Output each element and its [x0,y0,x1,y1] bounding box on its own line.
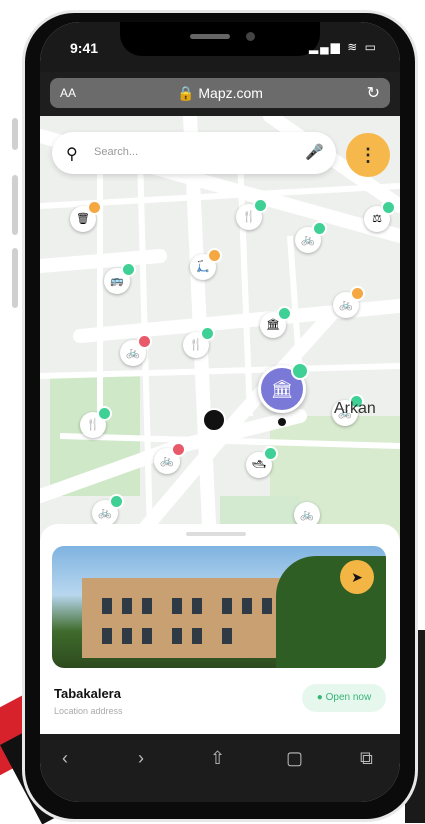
share-icon[interactable]: ⇧ [210,748,225,769]
pin-anchor-dot [278,418,286,426]
status-dot [207,248,222,263]
map-pin-restaurant[interactable]: 🍴 [236,198,268,230]
status-dot [291,362,309,380]
back-icon[interactable]: ‹ [62,748,68,769]
status-badge: ● Open now [302,684,386,712]
status-dot [253,198,268,213]
bin-icon: 🗑 [76,213,90,225]
more-vertical-icon[interactable]: ⋮ [346,133,390,177]
card-drag-handle[interactable] [186,532,246,536]
status-time: 9:41 [70,40,99,56]
map-pin-bike[interactable]: 🚲 [333,286,365,318]
volume-down-button [12,248,18,308]
status-dot [200,326,215,341]
status-dot [312,221,327,236]
status-dot [87,200,102,215]
status-dot [121,262,136,277]
map-place-label: Arkan [334,400,376,417]
place-photo: ➤ [52,546,386,668]
place-address: Location address [54,706,123,716]
bike-icon: 🚲 [160,455,174,467]
bus-icon: 🚌 [110,275,124,287]
navigation-arrow-icon[interactable]: ➤ [340,560,374,594]
bike-icon: 🚲 [300,509,314,521]
reload-icon[interactable]: ↻ [367,83,380,103]
url-text[interactable]: 🔒 Mapz.com [50,85,390,102]
system-icons: ▂▄▆ ≋ ▭ [309,40,378,54]
status-dot [109,494,124,509]
bike-icon: 🚲 [98,507,112,519]
bike-icon: 🚲 [301,234,315,246]
map-pin-boat[interactable]: 🛥 [246,446,278,478]
photo-building [82,578,292,658]
restaurant-icon: 🍴 [242,211,256,223]
lock-icon: 🔒 [177,85,195,101]
map-pin-museum[interactable]: 🏛 [260,306,292,338]
place-card[interactable]: ➤ Tabakalera Location address ● Open now [40,524,400,734]
status-dot [263,446,278,461]
status-dot [97,406,112,421]
user-location-dot [202,408,226,432]
status-dot [381,200,396,215]
mic-icon[interactable]: 🎤 [305,143,324,161]
map-pin-bike[interactable]: 🚲 [154,442,186,474]
phone-screen: 9:41 ▂▄▆ ≋ ▭ AA 🔒 Mapz.com ↻ 🗑 🍴 ⚖ 🚲 🚌 🛴… [40,22,400,802]
restaurant-icon: 🍴 [86,419,100,431]
status-dot [350,286,365,301]
map-pin-restaurant[interactable]: 🍴 [80,406,112,438]
status-text: Open now [325,692,372,703]
selected-map-pin[interactable]: 🏛 [258,362,309,413]
front-camera [246,32,255,41]
tabs-icon[interactable]: ⧉ [360,748,373,769]
map-pin-bike[interactable]: 🚲 [92,494,124,526]
place-name: Tabakalera [54,686,121,701]
tower-icon: 🏛 [270,379,294,399]
forward-icon[interactable]: › [138,748,144,769]
museum-icon: 🏛 [266,319,280,331]
map-pin-bin[interactable]: 🗑 [70,200,102,232]
search-icon: ⚲ [66,146,78,163]
bike-icon: 🚲 [126,347,140,359]
map-pin-bike[interactable]: 🚲 [120,334,152,366]
wifi-icon: ≋ [347,40,360,54]
search-bar[interactable]: ⚲ Search... 🎤 [52,132,336,174]
map-roads [40,109,400,553]
map-pin-scooter[interactable]: 🛴 [190,248,222,280]
monument-icon: ⚖ [372,213,382,225]
map-pin-restaurant[interactable]: 🍴 [183,326,215,358]
status-dot [171,442,186,457]
bike-icon: 🚲 [339,299,353,311]
boat-icon: 🛥 [252,459,266,471]
status-dot [277,306,292,321]
map-pin-monument[interactable]: ⚖ [364,200,396,232]
bookmarks-icon[interactable]: ▢ [286,748,303,769]
signal-icon: ▂▄▆ [308,40,342,54]
volume-up-button [12,175,18,235]
map-canvas[interactable] [40,109,400,553]
speaker-grille [190,34,230,39]
status-bar: 9:41 ▂▄▆ ≋ ▭ [40,22,400,72]
battery-icon: ▭ [364,40,378,54]
status-dot [137,334,152,349]
map-pin-bus[interactable]: 🚌 [104,262,136,294]
address-bar[interactable]: AA 🔒 Mapz.com ↻ [50,78,390,108]
notch [120,22,320,56]
restaurant-icon: 🍴 [189,339,203,351]
url-label: Mapz.com [198,85,263,101]
browser-toolbar: ‹ › ⇧ ▢ ⧉ [40,734,400,802]
search-input[interactable]: Search... [94,146,138,158]
mute-switch [12,118,18,150]
scooter-icon: 🛴 [196,261,210,273]
map-pin-bike[interactable]: 🚲 [295,221,327,253]
